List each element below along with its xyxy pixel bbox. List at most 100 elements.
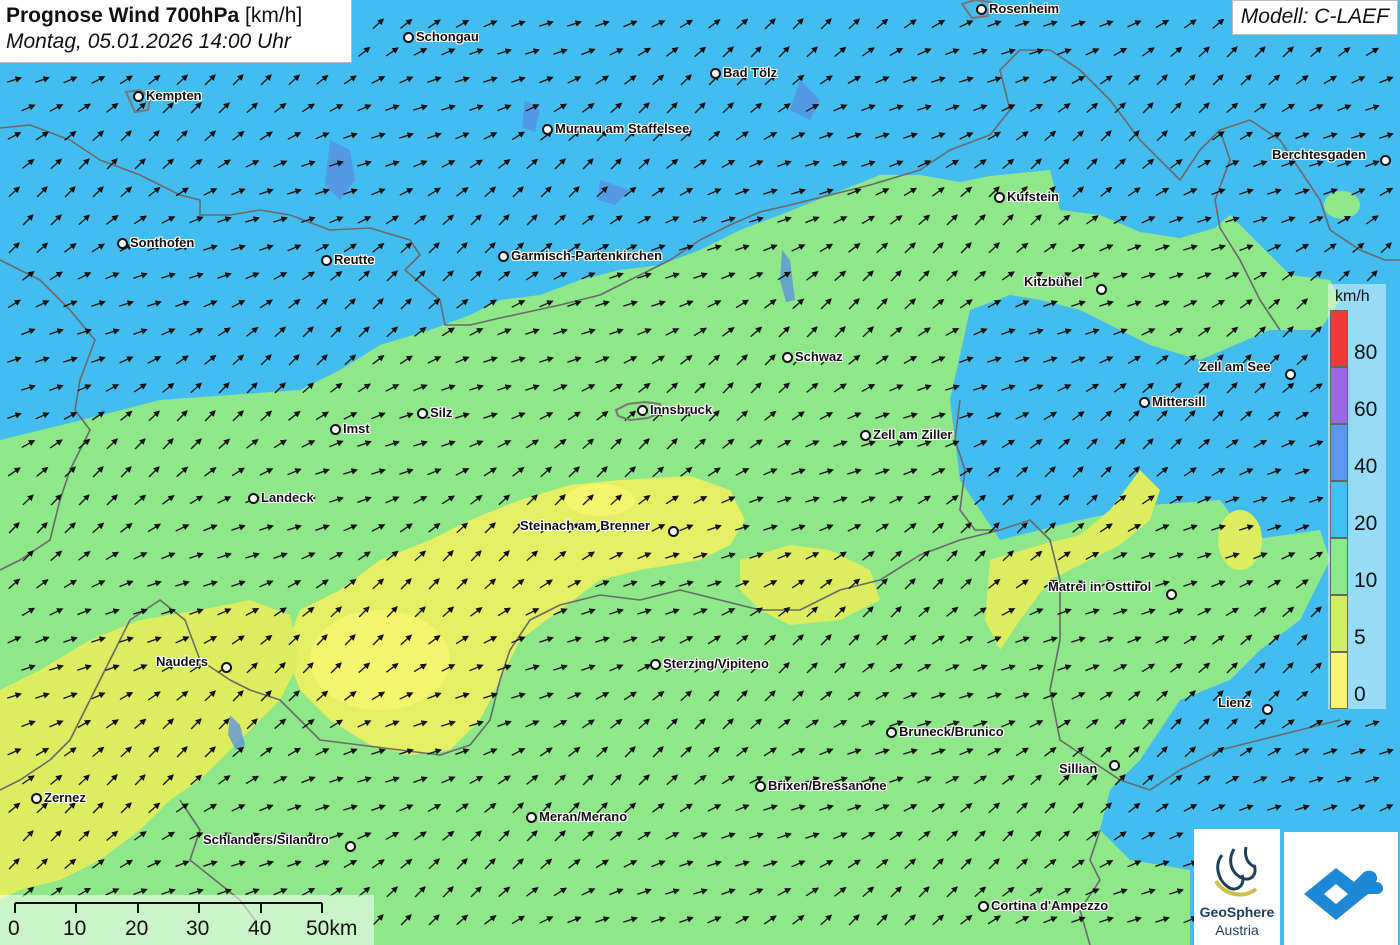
city-marker-icon	[1109, 760, 1120, 771]
city-name: Garmisch-Partenkirchen	[511, 248, 663, 263]
scale-tick-50km: 50km	[306, 917, 358, 940]
scale-tick-10: 10	[63, 917, 87, 940]
legend-swatch-20	[1330, 481, 1348, 538]
legend-label-40: 40	[1354, 455, 1378, 478]
map-title-unit: [km/h]	[245, 4, 303, 27]
cloud-roof-icon	[1304, 868, 1384, 920]
city-marker-icon	[1166, 589, 1177, 600]
city-marker-icon	[1380, 155, 1391, 166]
city-name: Zell am Ziller	[873, 427, 953, 442]
legend: km/h 80 60 40 20 10 5 0	[1328, 284, 1386, 709]
city-marker-icon	[755, 781, 766, 792]
city-marker-icon	[637, 405, 648, 416]
city-name: Landeck	[261, 490, 314, 505]
legend-swatch-60	[1330, 367, 1348, 424]
city-marker-icon	[650, 659, 661, 670]
city-name: Sonthofen	[130, 235, 195, 250]
city-name: Steinach am Brenner	[520, 518, 651, 533]
city-marker-icon	[1139, 397, 1150, 408]
city-name: Schlanders/Silandro	[203, 832, 329, 847]
wind-map: Prognose Wind 700hPa [km/h] Montag, 05.0…	[0, 0, 1400, 945]
legend-swatch-80	[1330, 310, 1348, 367]
city-marker-icon	[860, 430, 871, 441]
city-marker-icon	[1285, 369, 1296, 380]
city-name: Kempten	[146, 88, 202, 103]
city-marker-icon	[976, 4, 987, 15]
legend-label-0: 0	[1354, 683, 1366, 706]
legend-label-10: 10	[1354, 569, 1378, 592]
city-marker-icon	[994, 192, 1005, 203]
geosphere-logo-name: GeoSphere	[1199, 904, 1275, 920]
scale-tick-0: 0	[8, 917, 20, 940]
city-marker-icon	[330, 424, 341, 435]
city-marker-icon	[133, 91, 144, 102]
city-marker-icon	[668, 526, 679, 537]
city-marker-icon	[221, 662, 232, 673]
legend-swatch-10	[1330, 538, 1348, 595]
city-marker-icon	[710, 68, 721, 79]
city-name: Kufstein	[1007, 189, 1059, 204]
city-name: Mittersill	[1152, 394, 1206, 409]
scale-tick-40: 40	[248, 917, 272, 940]
city-name: Murnau am Staffelsee	[555, 121, 690, 136]
field-0-5-patch	[1218, 510, 1262, 570]
city-name: Silz	[430, 405, 453, 420]
city-marker-icon	[498, 251, 509, 262]
legend-unit: km/h	[1335, 288, 1370, 305]
city-name: Rosenheim	[989, 1, 1060, 16]
legend-label-60: 60	[1354, 398, 1378, 421]
city-name: Matrei in Osttirol	[1048, 579, 1152, 594]
city-marker-icon	[886, 727, 897, 738]
city-name: Kitzbühel	[1024, 274, 1083, 289]
city-marker-icon	[117, 238, 128, 249]
field-10-patch	[1324, 191, 1360, 219]
scale-bar: 0 10 20 30 40 50km	[0, 895, 374, 945]
model-label: Modell: C-LAEF	[1231, 0, 1398, 35]
city-name: Reutte	[334, 252, 375, 267]
city-name: Sillian	[1059, 761, 1098, 776]
city-marker-icon	[403, 32, 414, 43]
city-marker-icon	[978, 901, 989, 912]
city-name: Bruneck/Brunico	[899, 724, 1004, 739]
legend-label-5: 5	[1354, 626, 1366, 649]
legend-label-80: 80	[1354, 341, 1378, 364]
city-name: Zernez	[44, 790, 86, 805]
city-name: Nauders	[156, 654, 209, 669]
city-marker-icon	[526, 812, 537, 823]
geosphere-logo-country: Austria	[1215, 922, 1259, 938]
city-marker-icon	[782, 352, 793, 363]
scale-tick-20: 20	[125, 917, 149, 940]
city-name: Schongau	[416, 29, 479, 44]
geosphere-logo[interactable]: GeoSphere Austria	[1194, 829, 1280, 945]
city-marker-icon	[345, 841, 356, 852]
map-subtitle: Montag, 05.01.2026 14:00 Uhr	[6, 30, 291, 53]
city-name: Brixen/Bressanone	[768, 778, 887, 793]
city-name: Bad Tölz	[723, 65, 778, 80]
legend-swatch-40	[1330, 424, 1348, 481]
city-name: Lienz	[1218, 695, 1252, 710]
city-marker-icon	[321, 255, 332, 266]
city-marker-icon	[417, 408, 428, 419]
city-name: Sterzing/Vipiteno	[663, 656, 769, 671]
scale-bar-line	[14, 902, 323, 913]
city-marker-icon	[31, 793, 42, 804]
city-marker-icon	[1262, 704, 1273, 715]
city-name: Innsbruck	[650, 402, 713, 417]
map-title-bold: Prognose Wind 700hPa	[6, 4, 240, 27]
city-name: Cortina d'Ampezzo	[991, 898, 1109, 913]
city-marker-icon	[542, 124, 553, 135]
city-name: Schwaz	[795, 349, 843, 364]
city-name: Imst	[343, 421, 370, 436]
partner-logo[interactable]	[1284, 832, 1398, 945]
scale-tick-30: 30	[186, 917, 210, 940]
field-0-core-2	[565, 484, 635, 516]
map-title-box: Prognose Wind 700hPa [km/h] Montag, 05.0…	[0, 0, 352, 63]
city-marker-icon	[248, 493, 259, 504]
geosphere-swirl-icon	[1214, 846, 1258, 897]
city-marker-icon	[1096, 284, 1107, 295]
map-title: Prognose Wind 700hPa [km/h]	[6, 4, 345, 28]
map-canvas	[0, 0, 1400, 945]
legend-label-20: 20	[1354, 512, 1378, 535]
legend-swatch-0	[1330, 652, 1348, 709]
city-name: Zell am See	[1199, 359, 1271, 374]
